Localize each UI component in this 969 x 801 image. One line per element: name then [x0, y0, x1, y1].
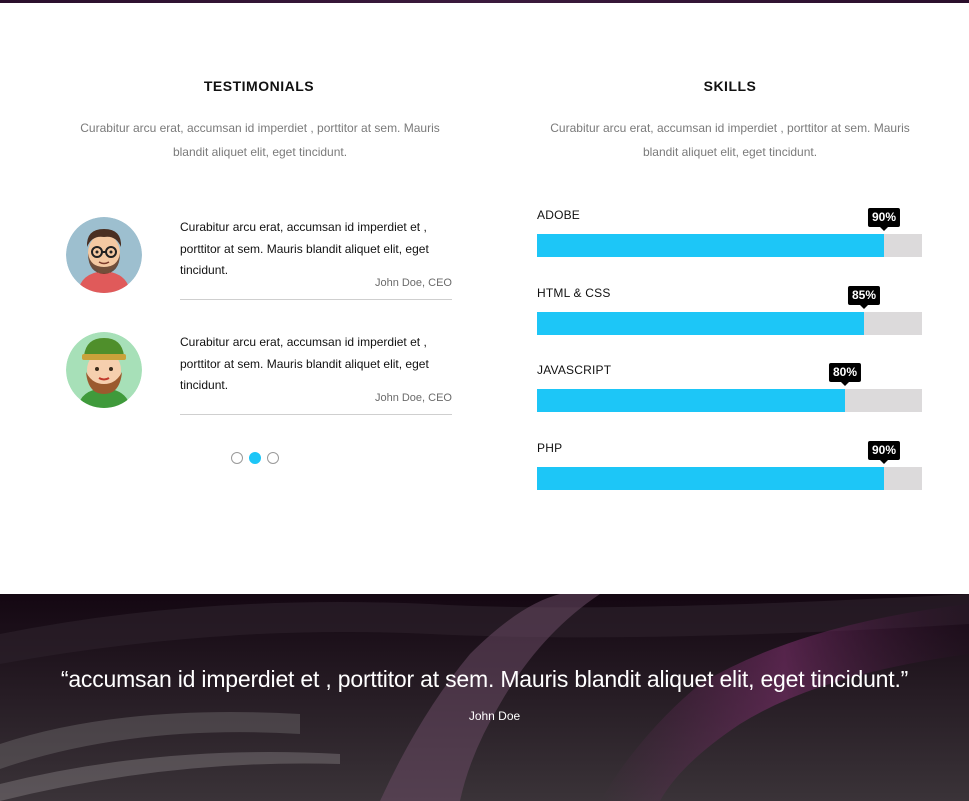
banner-author: John Doe	[468, 709, 521, 723]
skill-percent-badge: 85%	[847, 286, 881, 309]
man-with-glasses-avatar-icon	[66, 217, 142, 293]
testimonial-author: John Doe, CEO	[374, 277, 452, 289]
skill-progress-fill	[537, 234, 884, 257]
top-border	[0, 0, 969, 3]
bearded-man-with-hat-avatar-icon	[66, 332, 142, 408]
testimonial-divider	[180, 414, 452, 415]
page: TESTIMONIALS Curabitur arcu erat, accums…	[0, 0, 969, 801]
skill-item: ADOBE 90%	[537, 208, 922, 264]
pager-dot-active[interactable]	[249, 452, 261, 464]
skill-item: PHP 90%	[537, 441, 922, 497]
skill-progress-fill	[537, 389, 845, 412]
skill-percent-badge: 90%	[867, 441, 901, 464]
testimonial-quote: Curabitur arcu erat, accumsan id imperdi…	[180, 335, 429, 392]
skill-item: JAVASCRIPT 80%	[537, 363, 922, 419]
skill-progress-track	[537, 467, 922, 490]
testimonial-divider	[180, 299, 452, 300]
testimonials-title: TESTIMONIALS	[203, 78, 315, 94]
testimonial-quote: Curabitur arcu erat, accumsan id imperdi…	[180, 220, 429, 277]
skill-progress-fill	[537, 312, 864, 335]
skill-label: HTML & CSS	[537, 286, 611, 300]
quote-banner: “accumsan id imperdiet et , porttitor at…	[0, 594, 969, 801]
testimonials-description: Curabitur arcu erat, accumsan id imperdi…	[80, 121, 440, 159]
skills-description: Curabitur arcu erat, accumsan id imperdi…	[550, 121, 910, 159]
skill-label: ADOBE	[537, 208, 581, 222]
banner-background-image	[0, 594, 969, 801]
testimonial-author: John Doe, CEO	[374, 392, 452, 404]
pager-dot[interactable]	[267, 452, 279, 464]
testimonial-item: Curabitur arcu erat, accumsan id imperdi…	[66, 217, 452, 307]
testimonials-pager	[231, 452, 279, 464]
skill-progress-track	[537, 312, 922, 335]
pager-dot[interactable]	[231, 452, 243, 464]
skill-progress-fill	[537, 467, 884, 490]
banner-quote: “accumsan id imperdiet et , porttitor at…	[60, 666, 909, 692]
skill-progress-track	[537, 389, 922, 412]
skill-label: JAVASCRIPT	[537, 363, 612, 377]
testimonial-item: Curabitur arcu erat, accumsan id imperdi…	[66, 332, 452, 422]
skill-progress-track	[537, 234, 922, 257]
skill-item: HTML & CSS 85%	[537, 286, 922, 342]
skill-percent-badge: 90%	[867, 208, 901, 231]
skill-label: PHP	[537, 441, 563, 455]
skill-percent-badge: 80%	[828, 363, 862, 386]
skills-title: SKILLS	[703, 78, 757, 94]
